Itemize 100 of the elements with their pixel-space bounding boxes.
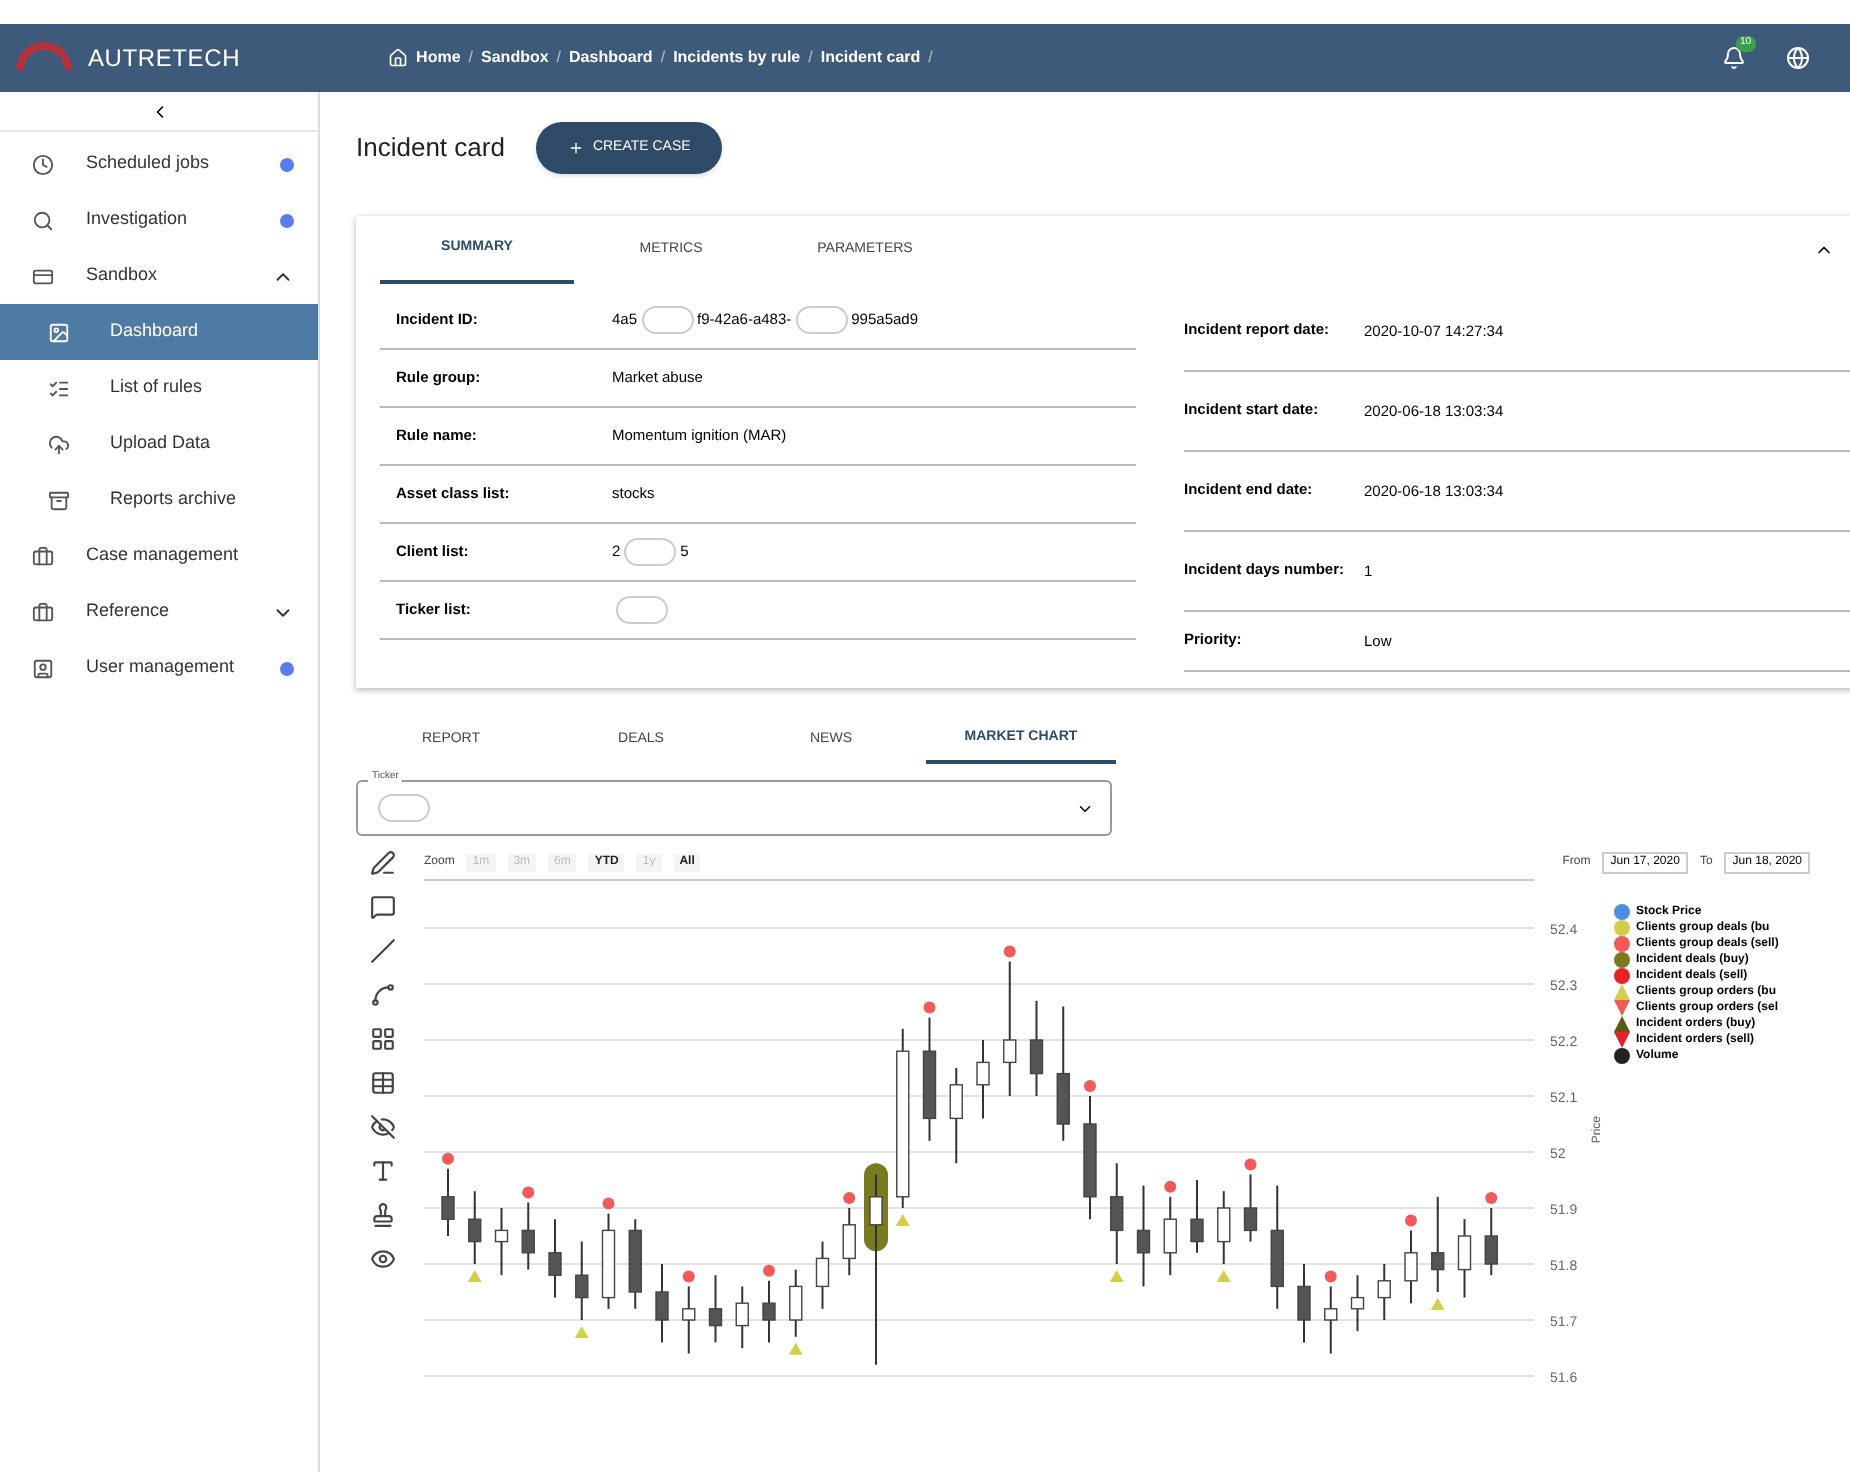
archive-icon: [48, 489, 70, 511]
sidebar-item-label: Dashboard: [110, 320, 201, 344]
sell-deal-marker: [522, 1186, 535, 1199]
candlestick: [1029, 999, 1044, 1097]
card-icon: [32, 265, 54, 287]
sidebar-item[interactable]: Investigation: [0, 192, 318, 248]
sell-deal-marker: [442, 1152, 454, 1165]
candlestick: [1431, 1195, 1445, 1293]
eye-off-icon[interactable]: [369, 1114, 395, 1140]
notification-icon[interactable]: [1722, 46, 1746, 70]
sidebar-item-label: List of rules: [110, 376, 205, 400]
image-icon: [48, 321, 70, 343]
candlestick: [1083, 1095, 1097, 1221]
breadcrumb-separator: /: [660, 46, 666, 70]
logo-text: AUTRETECH: [88, 42, 241, 76]
sidebar-item[interactable]: Scheduled jobs: [0, 136, 318, 192]
table-icon[interactable]: [369, 1070, 395, 1096]
text-icon[interactable]: [369, 1158, 395, 1184]
candlestick: [735, 1285, 749, 1349]
sidebar-item[interactable]: Reports archive: [0, 472, 318, 528]
redaction-mark: [624, 538, 677, 566]
list-icon: [48, 377, 70, 399]
candlestick: [1217, 1190, 1231, 1265]
buy-order-marker: [1216, 1270, 1231, 1282]
globe-icon[interactable]: [1786, 46, 1810, 70]
breadcrumb-separator: /: [468, 46, 474, 70]
search-icon: [32, 209, 54, 231]
breadcrumb-link[interactable]: Incidents by rule: [673, 46, 801, 70]
comment-icon[interactable]: [369, 894, 395, 920]
sell-deal-marker: [602, 1197, 615, 1210]
logo-icon: [16, 42, 72, 74]
sidebar-item-label: Scheduled jobs: [86, 152, 212, 176]
sell-deal-marker: [1485, 1192, 1498, 1204]
buy-order-marker: [1430, 1298, 1445, 1310]
sidebar-item-label: User management: [86, 656, 237, 680]
sidebar-item[interactable]: Case management: [0, 528, 318, 584]
candlestick: [1297, 1263, 1311, 1344]
candlestick: [575, 1240, 589, 1321]
candlestick: [494, 1207, 509, 1277]
sidebar-item-label: Reference: [86, 600, 172, 624]
candlestick: [548, 1218, 562, 1299]
candlestick: [1190, 1179, 1204, 1254]
sidebar-item[interactable]: Reference: [0, 584, 318, 640]
candlestick: [1377, 1263, 1391, 1321]
buy-order-marker: [467, 1270, 482, 1282]
candlestick: [708, 1274, 723, 1344]
candlestick: [1484, 1207, 1498, 1277]
candlestick: [1003, 960, 1017, 1097]
sidebar-item-label: Investigation: [86, 208, 190, 232]
candlestick: [976, 1039, 990, 1120]
sidebar-item[interactable]: Sandbox: [0, 248, 318, 304]
line-icon[interactable]: [369, 938, 395, 964]
candlestick: [1110, 1162, 1124, 1265]
candlestick: [601, 1212, 616, 1310]
stamp-icon[interactable]: [369, 1202, 395, 1228]
curve-icon[interactable]: [369, 982, 395, 1008]
page-title: Incident card: [356, 130, 505, 167]
sell-deal-marker: [1244, 1158, 1257, 1171]
sell-deal-marker: [1084, 1080, 1096, 1092]
breadcrumb-link[interactable]: Sandbox: [481, 46, 549, 70]
breadcrumb-separator: /: [808, 46, 813, 70]
sidebar-item[interactable]: Upload Data: [0, 416, 318, 472]
candlestick: [655, 1263, 669, 1344]
ticker-select[interactable]: [356, 780, 1112, 836]
candlestick: [1404, 1229, 1418, 1305]
sidebar-item-label: Case management: [86, 544, 241, 568]
sidebar-item[interactable]: Dashboard: [0, 304, 318, 360]
candlestick: [842, 1207, 856, 1277]
sidebar-item-label: Upload Data: [110, 432, 213, 456]
plus-icon: [568, 140, 585, 156]
user-icon: [32, 657, 54, 679]
grid-icon[interactable]: [369, 1026, 395, 1052]
eye-icon[interactable]: [369, 1246, 395, 1272]
redaction-mark: [641, 306, 694, 334]
sell-deal-marker: [1164, 1180, 1177, 1193]
candlestick: [1270, 1184, 1284, 1310]
candlestick: [628, 1218, 642, 1310]
cloud-upload-icon: [48, 433, 70, 455]
buy-order-marker: [788, 1342, 803, 1355]
candlestick: [1324, 1285, 1338, 1355]
sidebar-item[interactable]: User management: [0, 640, 318, 696]
candlestick: [468, 1190, 482, 1265]
home-icon[interactable]: [388, 48, 409, 68]
candlestick: [1056, 1005, 1070, 1142]
breadcrumb-link[interactable]: Incident card: [820, 46, 921, 70]
pen-icon[interactable]: [369, 850, 395, 876]
candlestick: [1136, 1184, 1151, 1288]
breadcrumb-separator: /: [928, 46, 933, 70]
sell-deal-marker: [763, 1264, 775, 1277]
breadcrumb-link[interactable]: Dashboard: [569, 46, 653, 70]
candlestick: [762, 1279, 776, 1344]
candlestick: [1243, 1173, 1258, 1243]
redaction-mark: [616, 596, 668, 624]
sidebar-item-label: Sandbox: [86, 264, 160, 288]
sidebar-item[interactable]: List of rules: [0, 360, 318, 416]
buy-order-marker: [895, 1214, 910, 1226]
buy-order-marker: [574, 1326, 589, 1338]
breadcrumb-link[interactable]: Home: [416, 46, 461, 70]
candlestick: [441, 1167, 455, 1237]
buy-order-marker: [1109, 1270, 1124, 1282]
